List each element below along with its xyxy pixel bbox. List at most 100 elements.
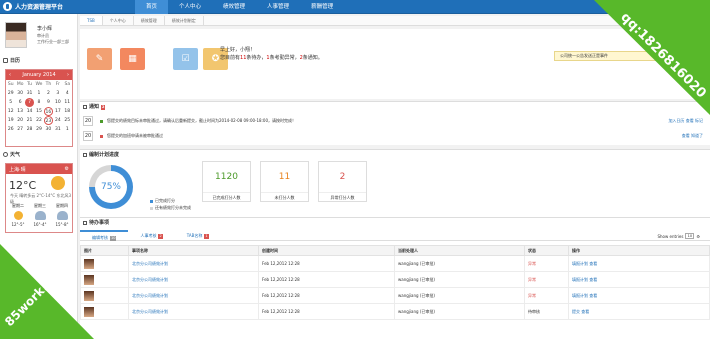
tab-performance[interactable]: 绩效管理 xyxy=(134,16,165,25)
notice-date: 20 xyxy=(83,116,93,126)
fill-plan-link[interactable]: 填报计划 xyxy=(572,293,588,298)
calendar-day[interactable]: 1 xyxy=(34,89,43,98)
calendar-day[interactable]: 28 xyxy=(25,125,34,134)
fill-plan-link[interactable]: 填报计划 xyxy=(572,277,588,282)
calendar-day[interactable]: 3 xyxy=(53,89,62,98)
nav-home[interactable]: 首页 xyxy=(135,0,169,14)
prev-month-icon[interactable]: ‹ xyxy=(9,72,11,78)
calendar-day[interactable]: 15 xyxy=(34,107,43,116)
calendar-day[interactable]: 22 xyxy=(34,116,43,125)
calendar-day[interactable]: 29 xyxy=(6,89,15,98)
calendar-weekday: Mo xyxy=(16,82,24,87)
calendar-day[interactable]: 21 xyxy=(25,116,34,125)
calendar-day[interactable]: 25 xyxy=(63,116,72,125)
tab-tsb[interactable]: TSB xyxy=(80,16,103,25)
calendar-day[interactable]: 10 xyxy=(53,98,62,107)
next-month-icon[interactable]: › xyxy=(67,72,69,78)
calendar-day[interactable]: 6 xyxy=(15,98,24,107)
view-link[interactable]: 查看 xyxy=(589,277,597,282)
ack-link[interactable]: 知道了 xyxy=(691,133,703,138)
view-link[interactable]: 查看 xyxy=(686,118,694,123)
add-calendar-link[interactable]: 加入日历 xyxy=(668,118,684,123)
calendar-day[interactable]: 5 xyxy=(6,98,15,107)
calendar-day[interactable]: 27 xyxy=(15,125,24,134)
calendar-day[interactable]: 18 xyxy=(63,107,72,116)
notice-panel: 通知 2 20 您提交的绩效目标未审批通过，请确认后重新提交，截止时间为2014-… xyxy=(80,101,710,145)
calendar-day[interactable]: 1 xyxy=(63,125,72,134)
page-tabs: TSB 个人中心 绩效管理 绩效计划制定 xyxy=(80,16,710,26)
nav-personnel[interactable]: 人事管理 xyxy=(256,0,300,14)
view-link[interactable]: 查看 xyxy=(589,261,597,266)
calendar-day[interactable]: 24 xyxy=(53,116,62,125)
weather-settings-icon[interactable]: ⚙ xyxy=(65,166,69,172)
nav-personal[interactable]: 个人中心 xyxy=(168,0,212,14)
cloud-icon xyxy=(3,152,8,157)
edit-doc-button[interactable]: ✎ xyxy=(87,48,112,70)
table-row[interactable]: 北京分公司绩效计划 Feb 12,2012 12:28 wangjiang (已审批… xyxy=(80,303,710,320)
tab-name[interactable]: TAB名称 1 xyxy=(175,230,221,240)
entries-select[interactable]: 10 xyxy=(685,233,695,239)
stat-done[interactable]: 1120 已完成打分人数 xyxy=(202,161,251,202)
calendar-day[interactable]: 31 xyxy=(25,89,34,98)
calendar-day[interactable]: 16 xyxy=(43,107,54,116)
tab-edit-review[interactable]: 编辑考核 10 xyxy=(80,230,129,241)
calendar-day[interactable]: 31 xyxy=(53,125,62,134)
view-link[interactable]: 查看 xyxy=(589,293,597,298)
view-link[interactable]: 查看 xyxy=(581,309,589,314)
nav-salary[interactable]: 薪酬管理 xyxy=(300,0,344,14)
mark-link[interactable]: 标记 xyxy=(695,118,703,123)
calendar-day[interactable]: 26 xyxy=(6,125,15,134)
main-nav: 首页 个人中心 绩效管理 人事管理 薪酬管理 xyxy=(135,0,344,14)
fill-plan-link[interactable]: 填报计划 xyxy=(572,261,588,266)
notice-date: 20 xyxy=(83,131,93,141)
stat-abnormal[interactable]: 2 异常打分人数 xyxy=(318,161,367,202)
app-logo[interactable]: 人力资源管理平台 xyxy=(3,2,63,11)
check-button[interactable]: ☑ xyxy=(173,48,198,70)
calendar-day[interactable]: 30 xyxy=(15,89,24,98)
progress-ring: 75% xyxy=(89,165,133,209)
calendar-day[interactable]: 11 xyxy=(63,98,72,107)
view-link[interactable]: 查看 xyxy=(682,133,690,138)
todo-title: 待办事项 xyxy=(80,218,710,228)
calendar-day[interactable]: 20 xyxy=(15,116,24,125)
nav-performance[interactable]: 绩效管理 xyxy=(212,0,256,14)
main-content: TSB 个人中心 绩效管理 绩效计划制定 ✎ ▦ ☑ ✪ 早上好，小翔！ 您目前… xyxy=(80,14,710,339)
calendar-weekday: Sa xyxy=(64,82,71,87)
calendar-day[interactable]: 17 xyxy=(53,107,62,116)
greeting: 早上好，小翔！ 您目前有11条待办，1条考勤异常，2条通知。 xyxy=(220,47,323,61)
tab-plan[interactable]: 绩效计划制定 xyxy=(165,16,204,25)
announcement-alert[interactable]: 公司统一公告发送正是事件 xyxy=(554,51,700,61)
table-row[interactable]: 北京分公司绩效计划 Feb 12,2012 12:28 wangjiang (已审批… xyxy=(80,255,710,272)
status-dot-icon xyxy=(100,135,103,138)
calendar-day[interactable]: 9 xyxy=(44,98,53,107)
calendar-weekday: Su xyxy=(7,82,14,87)
weather-section-title: 天气 xyxy=(3,151,20,158)
table-row[interactable]: 北京分公司绩效计划 Feb 12,2012 12:28 wangjiang (已审批… xyxy=(80,271,710,288)
cloud-icon xyxy=(34,211,46,220)
settings-icon[interactable]: ⚙ xyxy=(696,234,700,239)
tab-personal[interactable]: 个人中心 xyxy=(103,16,134,25)
table-row[interactable]: 北京分公司绩效计划 Feb 12,2012 12:28 wangjiang (已审批… xyxy=(80,287,710,304)
stat-not-scored[interactable]: 11 未打分人数 xyxy=(260,161,309,202)
notice-item[interactable]: 20 您提交的绩效目标未审批通过，请确认后重新提交，截止时间为2014-02-0… xyxy=(83,116,703,126)
calendar-day[interactable]: 29 xyxy=(34,125,43,134)
calendar-day[interactable]: 19 xyxy=(6,116,15,125)
tab-personnel-review[interactable]: 人事考核 2 xyxy=(128,230,174,240)
calendar-day[interactable]: 7 xyxy=(24,98,35,107)
calendar-day[interactable]: 4 xyxy=(63,89,72,98)
calendar-button[interactable]: ▦ xyxy=(120,48,145,70)
calendar-weekday: Fr xyxy=(55,82,60,87)
calendar-day[interactable]: 14 xyxy=(25,107,34,116)
submit-link[interactable]: 提交 xyxy=(572,309,580,314)
list-icon xyxy=(83,221,87,225)
legend-pending: 还有绩效打分未完成 xyxy=(150,205,191,211)
calendar-day[interactable]: 13 xyxy=(15,107,24,116)
calendar-day[interactable]: 30 xyxy=(44,125,53,134)
calendar-day[interactable]: 2 xyxy=(44,89,53,98)
calendar-day[interactable]: 8 xyxy=(34,98,43,107)
notice-item[interactable]: 20 您提交的加班申请未被审批通过 查看 知道了 xyxy=(83,131,703,141)
calendar-day[interactable]: 23 xyxy=(43,116,54,125)
avatar[interactable] xyxy=(5,22,27,48)
weather-header: 上海·晴 ⚙ xyxy=(6,164,72,174)
calendar-day[interactable]: 12 xyxy=(6,107,15,116)
